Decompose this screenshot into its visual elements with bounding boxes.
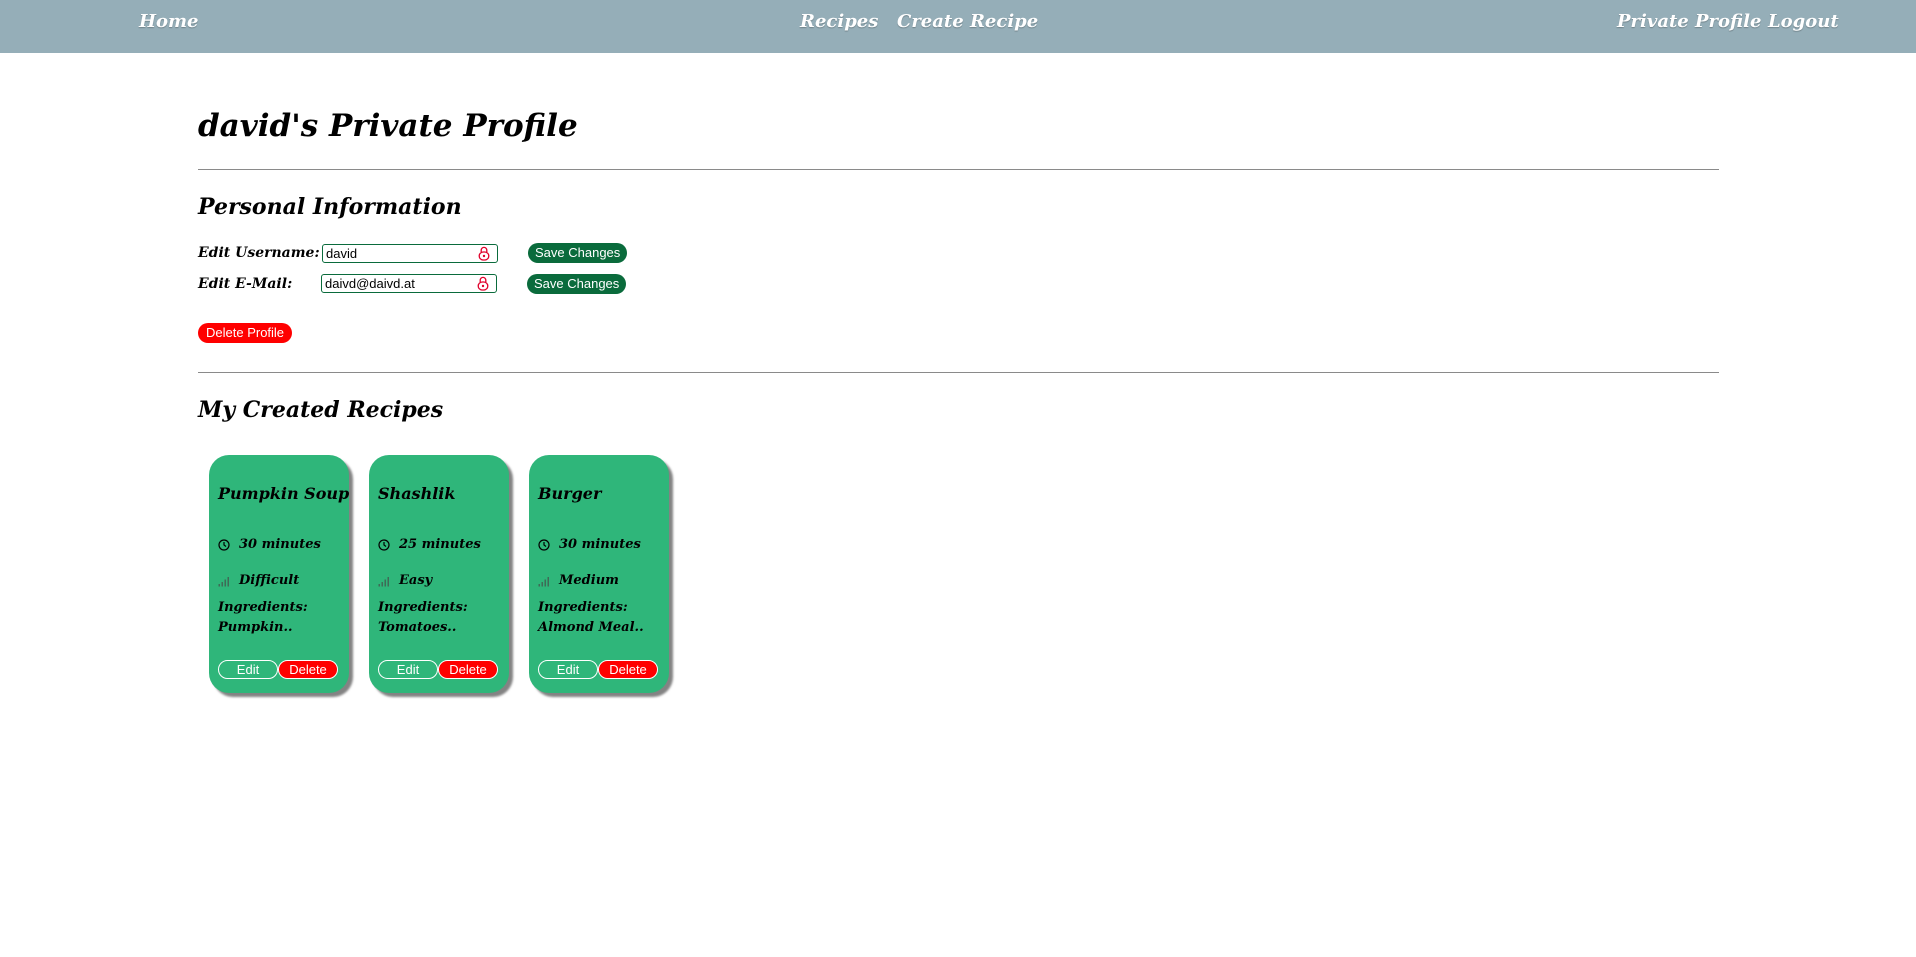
username-field (322, 244, 498, 263)
recipe-time-text: 25 minutes (399, 537, 481, 552)
nav-recipes-link[interactable]: Recipes (800, 11, 878, 33)
recipe-ingredients: Ingredients: Tomatoes.. (378, 598, 468, 638)
recipe-difficulty: Easy (378, 572, 432, 590)
lock-icon (478, 246, 490, 261)
save-email-button[interactable]: Save Changes (527, 274, 627, 294)
recipe-difficulty-text: Medium (559, 573, 619, 588)
my-created-recipes-heading: My Created Recipes (198, 397, 444, 423)
recipe-time: 25 minutes (378, 536, 481, 554)
recipe-difficulty-text: Difficult (239, 573, 300, 588)
clock-icon (378, 539, 390, 551)
ingredients-label: Ingredients: (218, 600, 308, 615)
recipe-time: 30 minutes (218, 536, 321, 554)
recipe-time-text: 30 minutes (559, 537, 641, 552)
clock-icon (218, 539, 230, 551)
edit-recipe-button[interactable]: Edit (378, 660, 438, 679)
email-input[interactable] (324, 275, 472, 292)
recipe-card: Burger 30 minutes Medium Ingredients: Al… (529, 455, 669, 693)
section-divider (198, 372, 1719, 373)
nav-create-recipe-link[interactable]: Create Recipe (897, 11, 1038, 33)
delete-recipe-button[interactable]: Delete (278, 660, 338, 679)
delete-profile-button[interactable]: Delete Profile (198, 323, 293, 343)
ingredients-preview: Almond Meal.. (538, 620, 644, 635)
recipe-title: Shashlik (378, 484, 456, 503)
recipe-time: 30 minutes (538, 536, 641, 554)
recipe-ingredients: Ingredients: Pumpkin.. (218, 598, 308, 638)
personal-information-heading: Personal Information (198, 194, 462, 220)
nav-private-profile-link[interactable]: Private Profile (1617, 11, 1761, 33)
username-input[interactable] (325, 245, 473, 262)
save-username-button[interactable]: Save Changes (528, 243, 628, 263)
delete-recipe-button[interactable]: Delete (438, 660, 498, 679)
recipe-card: Pumpkin Soup 30 minutes Difficult Ingred… (209, 455, 349, 693)
signal-bars-icon (378, 577, 389, 587)
recipe-title: Pumpkin Soup (218, 484, 350, 503)
delete-recipe-button[interactable]: Delete (598, 660, 658, 679)
clock-icon (538, 539, 550, 551)
signal-bars-icon (218, 577, 229, 587)
recipe-ingredients: Ingredients: Almond Meal.. (538, 598, 644, 638)
page-title: david's Private Profile (198, 108, 578, 144)
ingredients-preview: Tomatoes.. (378, 620, 457, 635)
username-label: Edit Username: (198, 245, 320, 261)
section-divider (198, 169, 1719, 170)
ingredients-label: Ingredients: (538, 600, 628, 615)
ingredients-preview: Pumpkin.. (218, 620, 293, 635)
recipe-difficulty: Difficult (218, 572, 299, 590)
edit-recipe-button[interactable]: Edit (218, 660, 278, 679)
lock-icon (477, 276, 489, 291)
recipe-card: Shashlik 25 minutes Easy Ingredients: To… (369, 455, 509, 693)
ingredients-label: Ingredients: (378, 600, 468, 615)
nav-home-link[interactable]: Home (139, 11, 199, 33)
top-navbar: Home Recipes Create Recipe Private Profi… (0, 0, 1916, 53)
recipe-difficulty: Medium (538, 572, 619, 590)
nav-logout-link[interactable]: Logout (1768, 11, 1839, 33)
signal-bars-icon (538, 577, 549, 587)
recipe-difficulty-text: Easy (399, 573, 433, 588)
email-field (321, 274, 497, 293)
recipe-time-text: 30 minutes (239, 537, 321, 552)
email-label: Edit E-Mail: (198, 276, 293, 292)
edit-recipe-button[interactable]: Edit (538, 660, 598, 679)
recipe-title: Burger (538, 484, 602, 503)
